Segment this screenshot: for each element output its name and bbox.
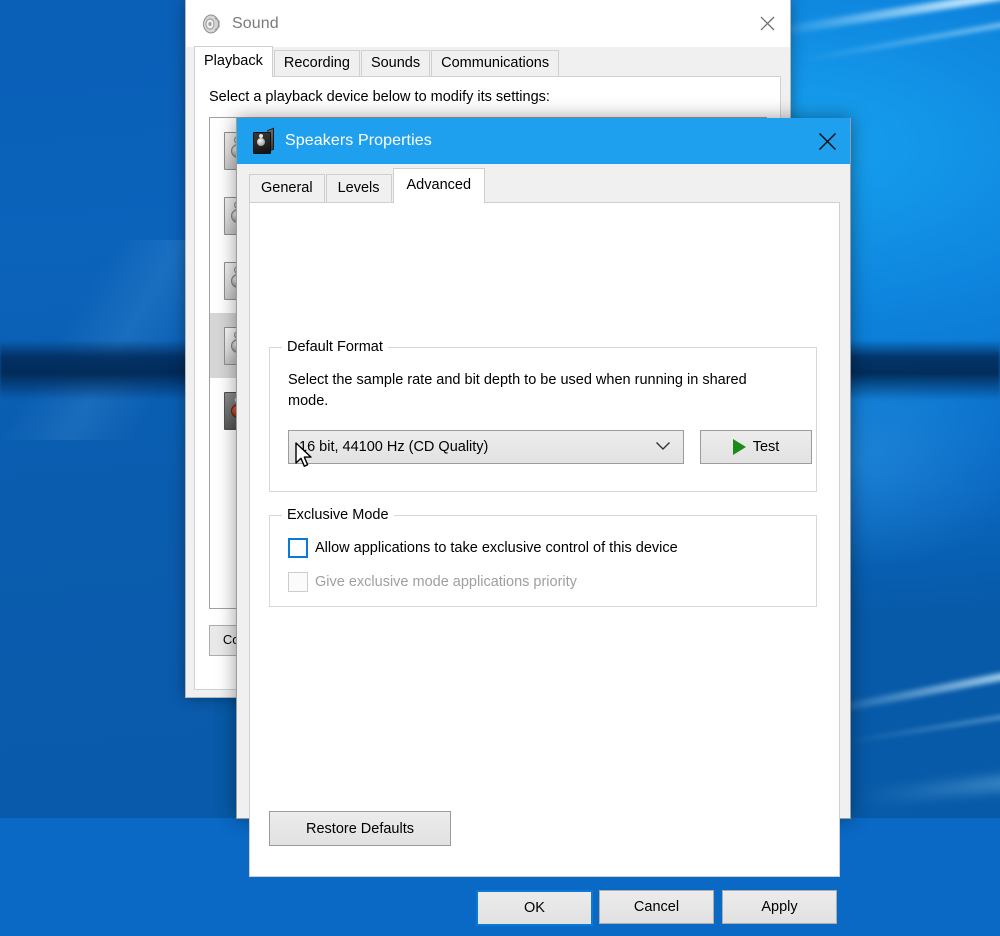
checkbox-row-exclusive-priority: Give exclusive mode applications priorit… bbox=[288, 572, 577, 592]
apply-button[interactable]: Apply bbox=[722, 890, 837, 924]
checkbox-exclusive-priority bbox=[288, 572, 308, 592]
sound-hint-text: Select a playback device below to modify… bbox=[209, 89, 550, 105]
checkbox-row-allow-exclusive-control[interactable]: Allow applications to take exclusive con… bbox=[288, 538, 678, 558]
checkbox-exclusive-priority-label: Give exclusive mode applications priorit… bbox=[315, 574, 577, 590]
exclusive-mode-group-title: Exclusive Mode bbox=[282, 506, 394, 524]
advanced-tab-panel: Default Format Select the sample rate an… bbox=[249, 202, 840, 877]
properties-footer: OK Cancel Apply bbox=[237, 878, 850, 936]
ok-button[interactable]: OK bbox=[476, 890, 593, 926]
cancel-button-label: Cancel bbox=[634, 899, 679, 915]
play-icon bbox=[733, 439, 746, 455]
tab-general[interactable]: General bbox=[249, 174, 325, 202]
properties-tabstrip: General Levels Advanced bbox=[249, 172, 486, 202]
close-icon[interactable] bbox=[804, 118, 850, 164]
tab-levels[interactable]: Levels bbox=[326, 174, 392, 202]
tab-advanced-label: Advanced bbox=[407, 177, 472, 193]
speaker-icon bbox=[200, 13, 222, 35]
checkbox-allow-exclusive-control[interactable] bbox=[288, 538, 308, 558]
test-button-label: Test bbox=[753, 439, 780, 455]
sound-tab-recording-label: Recording bbox=[284, 55, 350, 71]
format-dropdown-value: 16 bit, 44100 Hz (CD Quality) bbox=[289, 439, 655, 455]
speaker-box-icon bbox=[251, 129, 273, 153]
sound-tab-playback-label: Playback bbox=[204, 53, 263, 69]
ok-button-label: OK bbox=[524, 900, 545, 916]
tab-general-label: General bbox=[261, 180, 313, 196]
exclusive-mode-group: Exclusive Mode Allow applications to tak… bbox=[269, 515, 817, 607]
format-dropdown[interactable]: 16 bit, 44100 Hz (CD Quality) bbox=[288, 430, 684, 464]
sound-tab-sounds-label: Sounds bbox=[371, 55, 420, 71]
tab-levels-label: Levels bbox=[338, 180, 380, 196]
apply-button-label: Apply bbox=[761, 899, 797, 915]
properties-window-title: Speakers Properties bbox=[285, 132, 432, 150]
test-button[interactable]: Test bbox=[700, 430, 812, 464]
sound-window-title: Sound bbox=[232, 15, 279, 33]
chevron-down-icon bbox=[655, 438, 671, 456]
default-format-description: Select the sample rate and bit depth to … bbox=[288, 370, 788, 412]
sound-tab-sounds[interactable]: Sounds bbox=[361, 50, 430, 77]
sound-tabstrip: Playback Recording Sounds Communications bbox=[194, 47, 782, 77]
speakers-properties-window: Speakers Properties General Levels Advan… bbox=[236, 118, 851, 819]
sound-tab-recording[interactable]: Recording bbox=[274, 50, 360, 77]
default-format-group: Default Format Select the sample rate an… bbox=[269, 347, 817, 492]
tab-advanced[interactable]: Advanced bbox=[393, 168, 486, 203]
sound-tab-communications[interactable]: Communications bbox=[431, 50, 559, 77]
sound-tab-communications-label: Communications bbox=[441, 55, 549, 71]
sound-close-icon[interactable] bbox=[744, 0, 790, 47]
restore-defaults-label: Restore Defaults bbox=[306, 821, 414, 837]
sound-tab-playback[interactable]: Playback bbox=[194, 46, 273, 77]
checkbox-allow-exclusive-control-label: Allow applications to take exclusive con… bbox=[315, 540, 678, 556]
cancel-button[interactable]: Cancel bbox=[599, 890, 714, 924]
restore-defaults-button[interactable]: Restore Defaults bbox=[269, 811, 451, 846]
sound-titlebar: Sound bbox=[186, 0, 790, 47]
properties-titlebar: Speakers Properties bbox=[237, 118, 850, 164]
default-format-group-title: Default Format bbox=[282, 338, 388, 356]
